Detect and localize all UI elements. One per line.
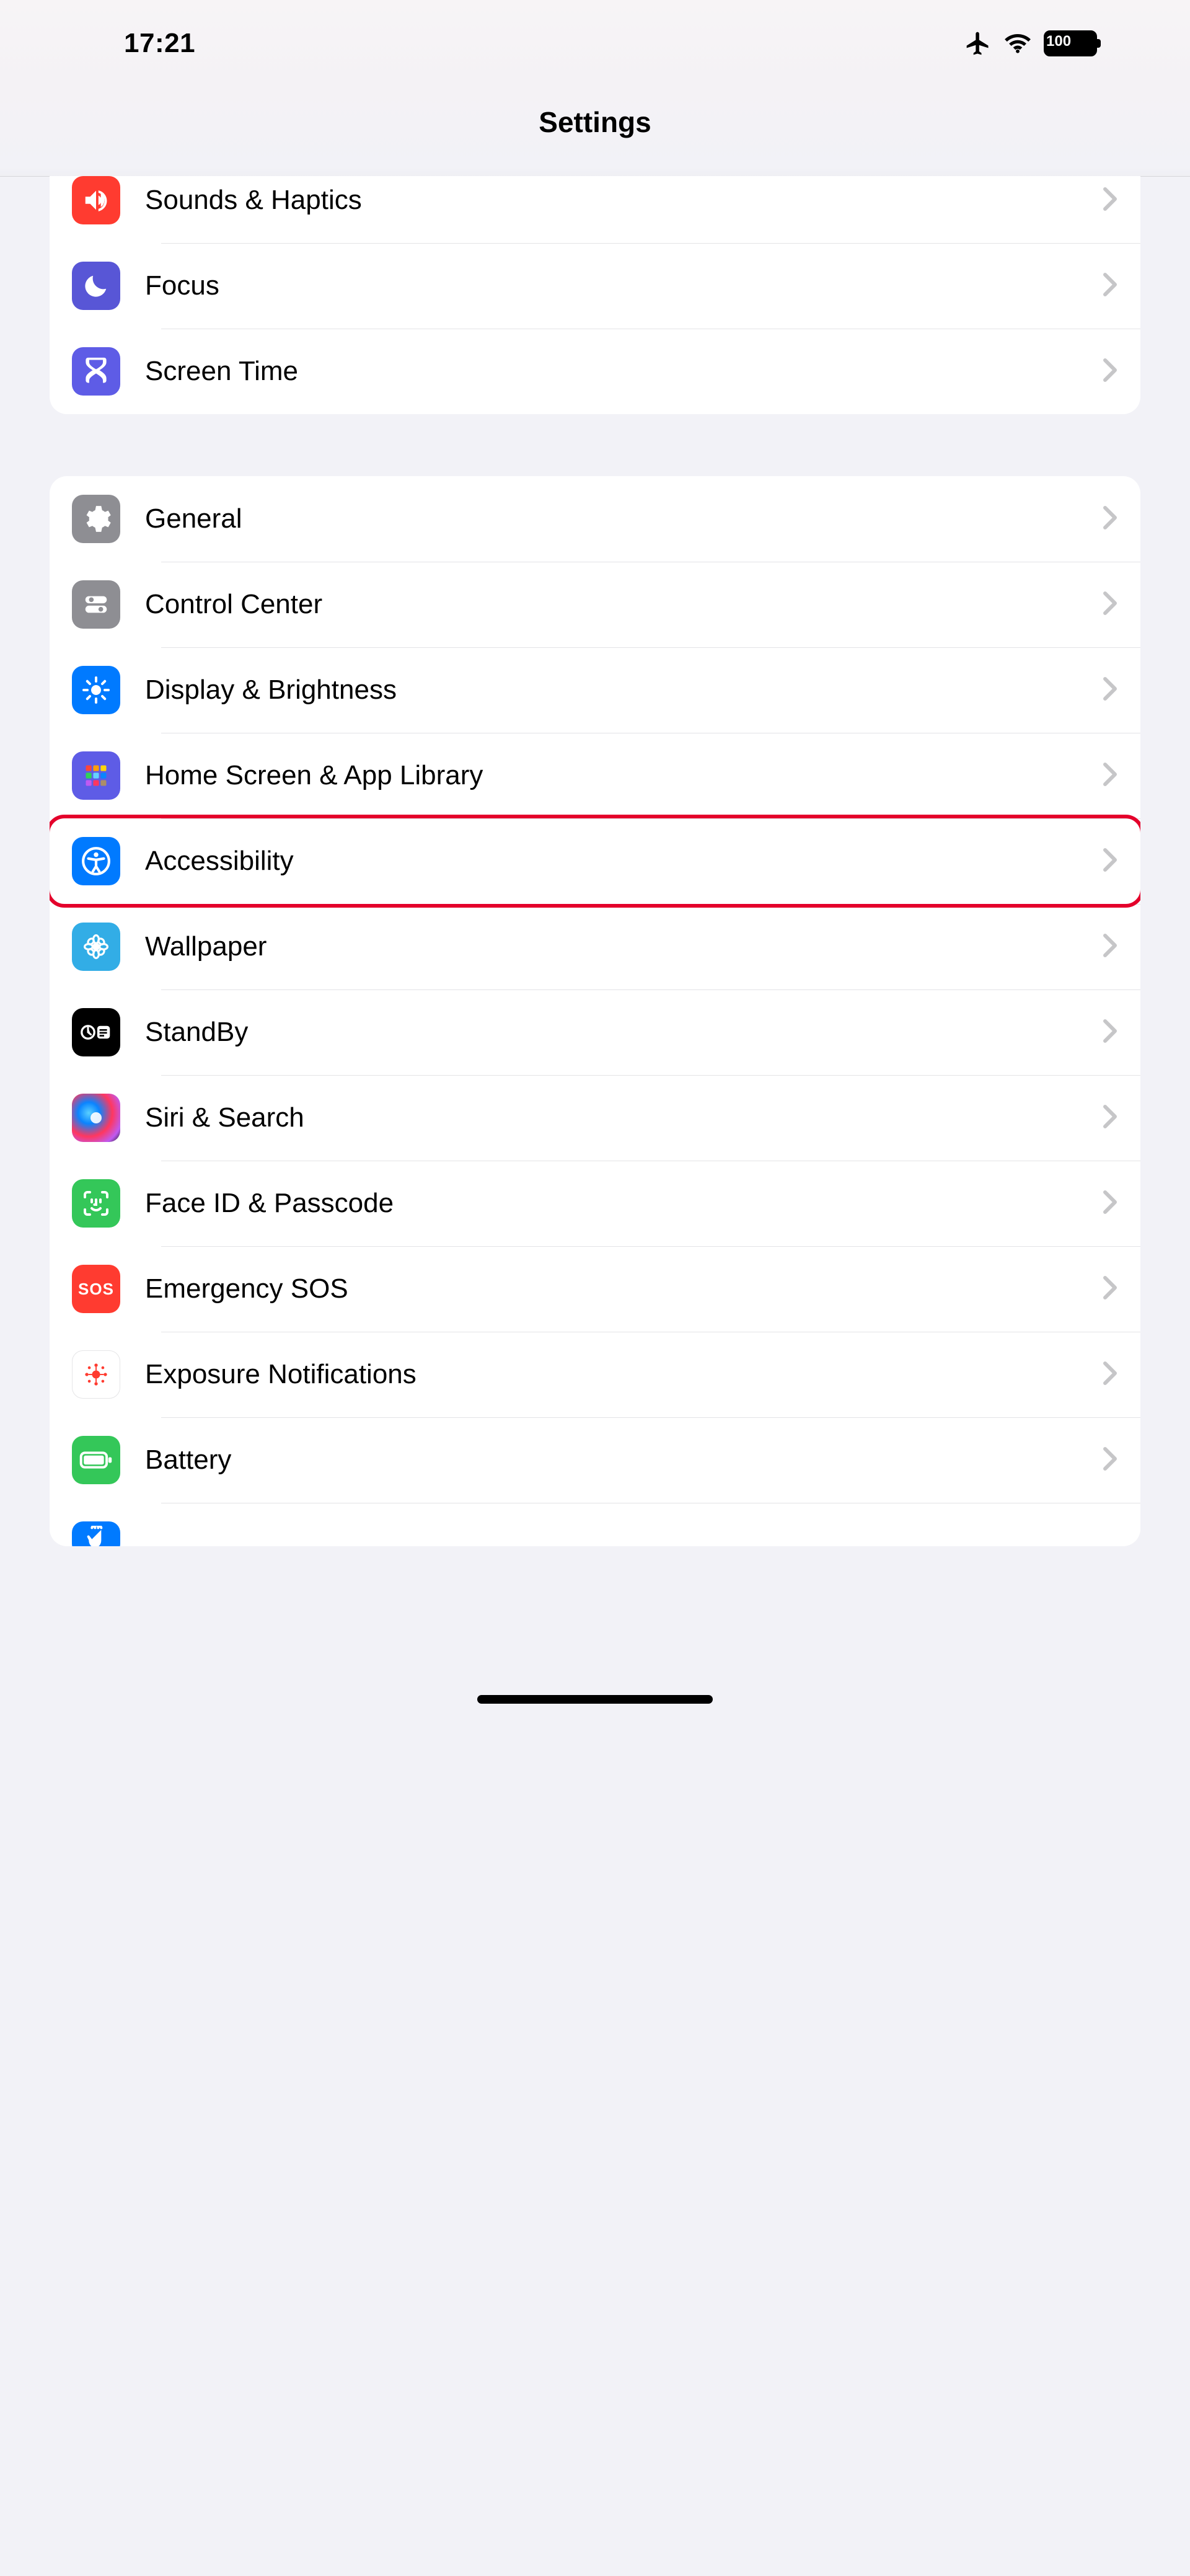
exposure-notifications-icon xyxy=(72,1350,120,1399)
row-label: Screen Time xyxy=(145,356,1090,387)
settings-row-siri-search[interactable]: Siri & Search xyxy=(50,1075,1140,1161)
status-time: 17:21 xyxy=(124,28,195,59)
chevron-right-icon xyxy=(1102,933,1118,961)
row-label: Home Screen & App Library xyxy=(145,760,1090,791)
row-label: Emergency SOS xyxy=(145,1273,1090,1304)
settings-row-exposure-notifications[interactable]: Exposure Notifications xyxy=(50,1332,1140,1417)
chevron-right-icon xyxy=(1102,1190,1118,1218)
settings-row-wallpaper[interactable]: Wallpaper xyxy=(50,904,1140,989)
standby-clock-widget-icon xyxy=(72,1008,120,1056)
battery-icon xyxy=(72,1436,120,1484)
control-center-toggles-icon xyxy=(72,580,120,629)
row-label: Display & Brightness xyxy=(145,675,1090,706)
row-label: Siri & Search xyxy=(145,1102,1090,1133)
chevron-right-icon xyxy=(1102,1361,1118,1389)
settings-row-standby[interactable]: StandBy xyxy=(50,989,1140,1075)
home-indicator[interactable] xyxy=(477,1695,713,1704)
chevron-right-icon xyxy=(1102,187,1118,215)
face-id-icon xyxy=(72,1179,120,1228)
status-bar: 17:21 100 xyxy=(0,0,1190,87)
row-label: Focus xyxy=(145,270,1090,301)
settings-row-screen-time[interactable]: Screen Time xyxy=(50,329,1140,414)
settings-group-general: General Control Center xyxy=(50,476,1140,1546)
airplane-mode-icon xyxy=(964,30,992,57)
chevron-right-icon xyxy=(1102,358,1118,386)
sos-icon-text: SOS xyxy=(78,1280,114,1299)
settings-row-control-center[interactable]: Control Center xyxy=(50,562,1140,647)
home-screen-apps-icon xyxy=(72,751,120,800)
focus-moon-icon xyxy=(72,262,120,310)
settings-row-home-screen[interactable]: Home Screen & App Library xyxy=(50,733,1140,818)
row-label: Accessibility xyxy=(145,846,1090,877)
settings-row-accessibility[interactable]: Accessibility xyxy=(50,818,1140,904)
settings-row-display-brightness[interactable]: Display & Brightness xyxy=(50,647,1140,733)
chevron-right-icon xyxy=(1102,505,1118,533)
row-label: Face ID & Passcode xyxy=(145,1188,1090,1219)
settings-row-battery[interactable]: Battery xyxy=(50,1417,1140,1503)
chevron-right-icon xyxy=(1102,1104,1118,1132)
chevron-right-icon xyxy=(1102,1019,1118,1047)
settings-row-emergency-sos[interactable]: SOS Emergency SOS xyxy=(50,1246,1140,1332)
settings-row-face-id-passcode[interactable]: Face ID & Passcode xyxy=(50,1161,1140,1246)
settings-row-privacy-partial[interactable] xyxy=(50,1503,1140,1546)
sounds-icon xyxy=(72,176,120,224)
accessibility-figure-icon xyxy=(72,837,120,885)
settings-screen: 17:21 100 Settings xyxy=(0,0,1190,1704)
wallpaper-flower-icon xyxy=(72,923,120,971)
settings-content: Sounds & Haptics Focus xyxy=(0,176,1190,1683)
wifi-icon xyxy=(1004,31,1031,56)
row-label: Sounds & Haptics xyxy=(145,185,1090,216)
row-label: Control Center xyxy=(145,589,1090,620)
settings-row-general[interactable]: General xyxy=(50,476,1140,562)
screen-time-hourglass-icon xyxy=(72,347,120,396)
row-label: General xyxy=(145,503,1090,534)
page-header: Settings xyxy=(0,87,1190,177)
row-label: Wallpaper xyxy=(145,931,1090,962)
siri-icon xyxy=(72,1094,120,1142)
sos-icon: SOS xyxy=(72,1265,120,1313)
battery-level: 100 xyxy=(1046,33,1071,50)
row-label: Exposure Notifications xyxy=(145,1359,1090,1390)
status-icons: 100 xyxy=(964,30,1097,57)
settings-row-sounds-haptics[interactable]: Sounds & Haptics xyxy=(50,176,1140,243)
chevron-right-icon xyxy=(1102,762,1118,790)
page-title: Settings xyxy=(0,105,1190,139)
chevron-right-icon xyxy=(1102,676,1118,704)
chevron-right-icon xyxy=(1102,1446,1118,1474)
privacy-hand-icon xyxy=(72,1521,120,1546)
brightness-sun-icon xyxy=(72,666,120,714)
general-gear-icon xyxy=(72,495,120,543)
row-label: StandBy xyxy=(145,1017,1090,1048)
battery-indicator: 100 xyxy=(1044,30,1097,56)
chevron-right-icon xyxy=(1102,848,1118,875)
chevron-right-icon xyxy=(1102,1275,1118,1303)
settings-row-focus[interactable]: Focus xyxy=(50,243,1140,329)
settings-group-sounds-focus: Sounds & Haptics Focus xyxy=(50,176,1140,414)
chevron-right-icon xyxy=(1102,591,1118,619)
row-label: Battery xyxy=(145,1445,1090,1476)
chevron-right-icon xyxy=(1102,272,1118,300)
